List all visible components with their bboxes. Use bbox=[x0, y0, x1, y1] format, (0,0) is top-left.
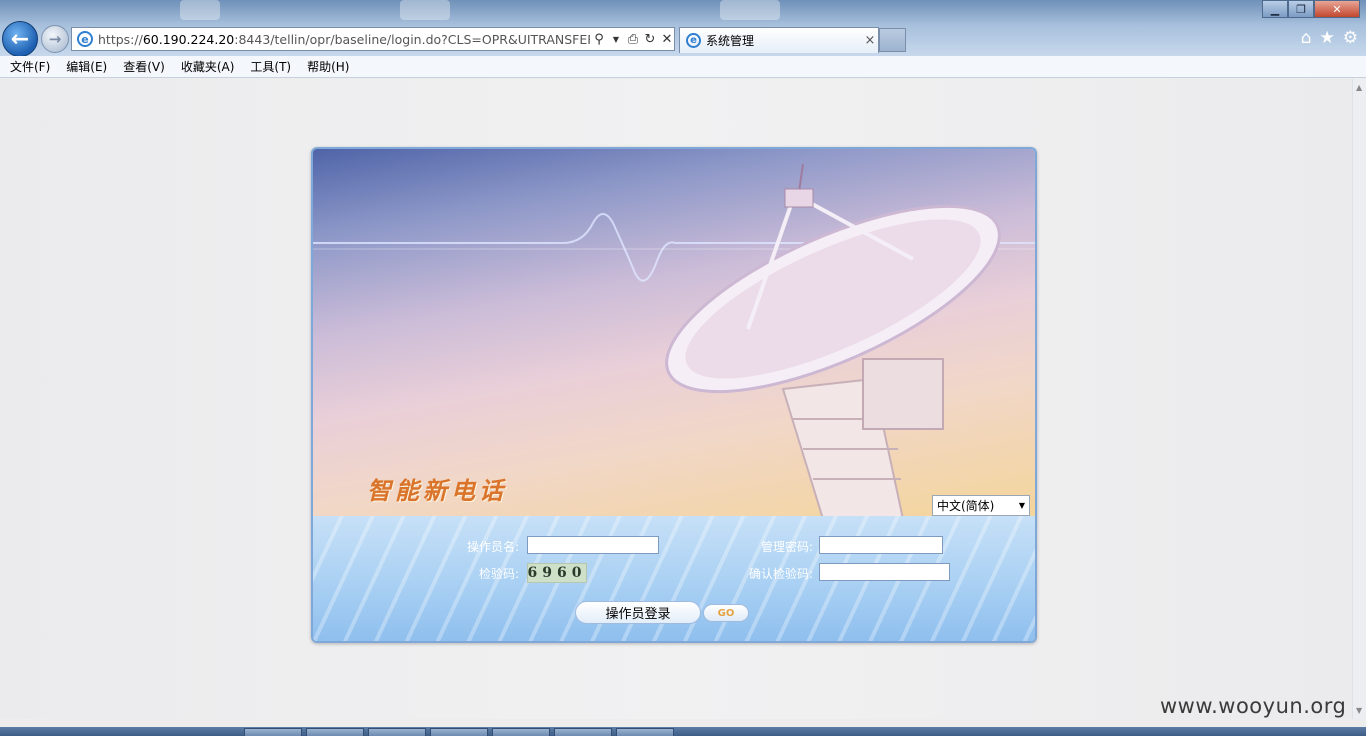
forward-button[interactable]: → bbox=[41, 25, 69, 53]
taskbar-item[interactable] bbox=[430, 728, 488, 736]
ie-logo-icon: e bbox=[686, 33, 701, 48]
arrow-left-icon: ← bbox=[10, 26, 30, 52]
vertical-scrollbar[interactable]: ▲ ▼ bbox=[1352, 79, 1366, 719]
chevron-down-icon[interactable]: ▼ bbox=[1015, 501, 1029, 510]
tab-title: 系统管理 bbox=[706, 34, 755, 48]
address-url[interactable]: https://60.190.224.20:8443/tellin/opr/ba… bbox=[98, 32, 590, 47]
menu-help[interactable]: 帮助(H) bbox=[307, 58, 349, 75]
minimize-button[interactable]: ▁ bbox=[1262, 0, 1288, 18]
browser-titlebar: ← → e https://60.190.224.20:8443/tellin/… bbox=[0, 0, 1366, 57]
url-prefix: https:// bbox=[98, 31, 143, 47]
password-label: 管理密码: bbox=[760, 540, 813, 554]
taskbar-item[interactable] bbox=[492, 728, 550, 736]
url-path: :8443/tellin/opr/baseline/login.do?CLS=O… bbox=[234, 31, 590, 47]
tab-system-management[interactable]: e 系统管理 × bbox=[679, 27, 879, 53]
menu-tools[interactable]: 工具(T) bbox=[250, 58, 291, 75]
operator-name-label: 操作员名: bbox=[466, 540, 519, 554]
captcha-label: 检验码: bbox=[478, 567, 519, 581]
address-bar[interactable]: e https://60.190.224.20:8443/tellin/opr/… bbox=[71, 27, 675, 51]
scroll-up-icon[interactable]: ▲ bbox=[1356, 83, 1362, 92]
refresh-icon[interactable]: ↻ bbox=[643, 32, 657, 47]
login-banner: 智能新电话 中文(简体) ▼ bbox=[313, 149, 1035, 516]
home-icon[interactable]: ⌂ bbox=[1301, 28, 1312, 48]
search-icon[interactable]: ⚲ bbox=[592, 32, 606, 47]
background-decoration bbox=[400, 0, 450, 20]
taskbar-item[interactable] bbox=[554, 728, 612, 736]
language-select[interactable]: 中文(简体) ▼ bbox=[932, 495, 1030, 516]
captcha-confirm-label: 确认检验码: bbox=[748, 567, 813, 581]
go-button[interactable]: GO bbox=[703, 604, 749, 622]
menu-view[interactable]: 查看(V) bbox=[123, 58, 165, 75]
background-decoration bbox=[180, 0, 220, 20]
captcha-confirm-input[interactable] bbox=[819, 563, 950, 581]
stop-icon[interactable]: ✕ bbox=[660, 32, 674, 47]
menu-file[interactable]: 文件(F) bbox=[10, 58, 50, 75]
login-panel: 智能新电话 中文(简体) ▼ 操作员名: 管理密码: 检验码: 6960 确认检… bbox=[311, 147, 1037, 643]
background-decoration bbox=[720, 0, 780, 20]
satellite-dish-graphic bbox=[665, 163, 1001, 516]
slogan-text: 智能新电话 bbox=[367, 476, 507, 505]
back-button[interactable]: ← bbox=[2, 21, 38, 57]
menu-edit[interactable]: 编辑(E) bbox=[66, 58, 107, 75]
taskbar-item[interactable] bbox=[244, 728, 302, 736]
chevron-down-icon[interactable]: ▼ bbox=[609, 35, 623, 44]
maximize-button[interactable]: ❐ bbox=[1288, 0, 1314, 18]
tab-close-icon[interactable]: × bbox=[862, 33, 878, 48]
menu-favorites[interactable]: 收藏夹(A) bbox=[181, 58, 235, 75]
menu-bar: 文件(F) 编辑(E) 查看(V) 收藏夹(A) 工具(T) 帮助(H) bbox=[0, 56, 1366, 78]
new-tab-button[interactable] bbox=[879, 28, 906, 52]
scroll-down-icon[interactable]: ▼ bbox=[1356, 706, 1362, 715]
captcha-image[interactable]: 6960 bbox=[527, 563, 587, 583]
favorites-star-icon[interactable]: ★ bbox=[1320, 28, 1335, 48]
operator-login-button[interactable]: 操作员登录 bbox=[575, 601, 701, 624]
close-button[interactable]: ✕ bbox=[1314, 0, 1360, 18]
password-input[interactable] bbox=[819, 536, 943, 554]
arrow-right-icon: → bbox=[48, 30, 62, 48]
gear-icon[interactable]: ⚙ bbox=[1343, 28, 1358, 48]
taskbar-item[interactable] bbox=[306, 728, 364, 736]
taskbar-item[interactable] bbox=[616, 728, 674, 736]
windows-taskbar bbox=[0, 727, 1366, 736]
ie-logo-icon: e bbox=[77, 31, 93, 47]
login-form: 操作员名: 管理密码: 检验码: 6960 确认检验码: 操作员登录 GO bbox=[313, 516, 1035, 641]
watermark-text: www.wooyun.org bbox=[1160, 694, 1347, 718]
url-host: 60.190.224.20 bbox=[142, 31, 235, 47]
taskbar-item[interactable] bbox=[368, 728, 426, 736]
window-controls: ▁ ❐ ✕ bbox=[1262, 0, 1360, 18]
language-select-value: 中文(简体) bbox=[937, 499, 995, 513]
operator-name-input[interactable] bbox=[527, 536, 659, 554]
compatibility-view-icon[interactable]: ⎙ bbox=[626, 32, 640, 47]
